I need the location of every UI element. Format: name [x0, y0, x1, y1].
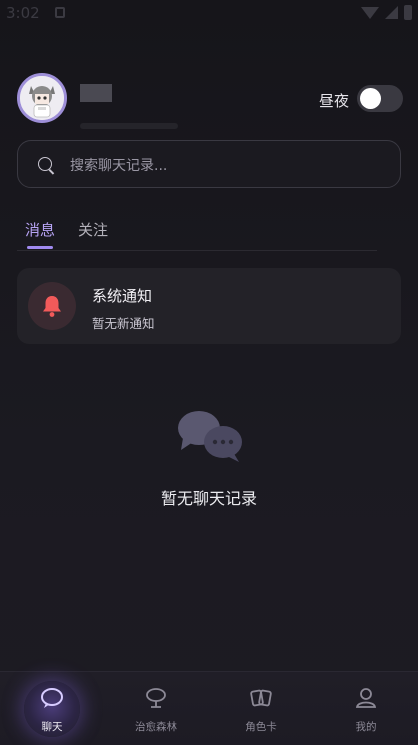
status-bar: 3:02: [0, 0, 418, 28]
avatar-image: [20, 76, 64, 120]
bell-icon: [43, 296, 61, 317]
username-redacted: [80, 84, 112, 102]
signal-icon: [385, 6, 398, 19]
daynight-toggle[interactable]: [357, 85, 403, 112]
notification-subtitle: 暂无新通知: [92, 316, 155, 331]
nav-label-mine: 我的: [355, 721, 377, 733]
tab-follow[interactable]: 关注: [78, 219, 108, 240]
sim-icon: [55, 7, 65, 18]
nav-label-chat: 聊天: [41, 721, 63, 733]
user-subtitle-placeholder: [80, 123, 178, 129]
status-time: 3:02: [6, 4, 40, 22]
system-notification-item[interactable]: 系统通知 暂无新通知: [17, 268, 401, 344]
status-icons: [361, 5, 412, 20]
toggle-knob: [360, 88, 381, 109]
tab-messages[interactable]: 消息: [25, 219, 55, 240]
tree-icon: [146, 688, 166, 708]
chat-bubbles-icon: [178, 411, 242, 462]
search-icon: [38, 157, 52, 171]
tab-divider: [17, 250, 377, 251]
battery-icon: [404, 5, 412, 20]
avatar[interactable]: [17, 73, 67, 123]
nav-label-character-cards: 角色卡: [245, 721, 277, 733]
nav-item-character-cards[interactable]: 角色卡: [209, 672, 313, 745]
active-tab-indicator: [27, 246, 53, 249]
cards-icon: [250, 689, 272, 707]
nav-item-chat[interactable]: 聊天: [0, 672, 104, 745]
daynight-label: 昼夜: [319, 92, 350, 110]
search-box[interactable]: [17, 140, 401, 188]
profile-icon: [355, 688, 377, 708]
search-input[interactable]: [68, 153, 372, 179]
nav-label-healing-forest: 治愈森林: [135, 721, 177, 733]
nav-item-mine[interactable]: 我的: [314, 672, 418, 745]
nav-item-healing-forest[interactable]: 治愈森林: [104, 672, 208, 745]
empty-state-text: 暂无聊天记录: [160, 489, 257, 508]
bell-icon-container: [28, 282, 76, 330]
bottom-nav: 聊天 治愈森林 角色卡 我的: [0, 671, 418, 745]
chat-bubble-icon: [41, 688, 63, 708]
notification-title: 系统通知: [92, 287, 153, 305]
wifi-icon: [361, 6, 379, 19]
